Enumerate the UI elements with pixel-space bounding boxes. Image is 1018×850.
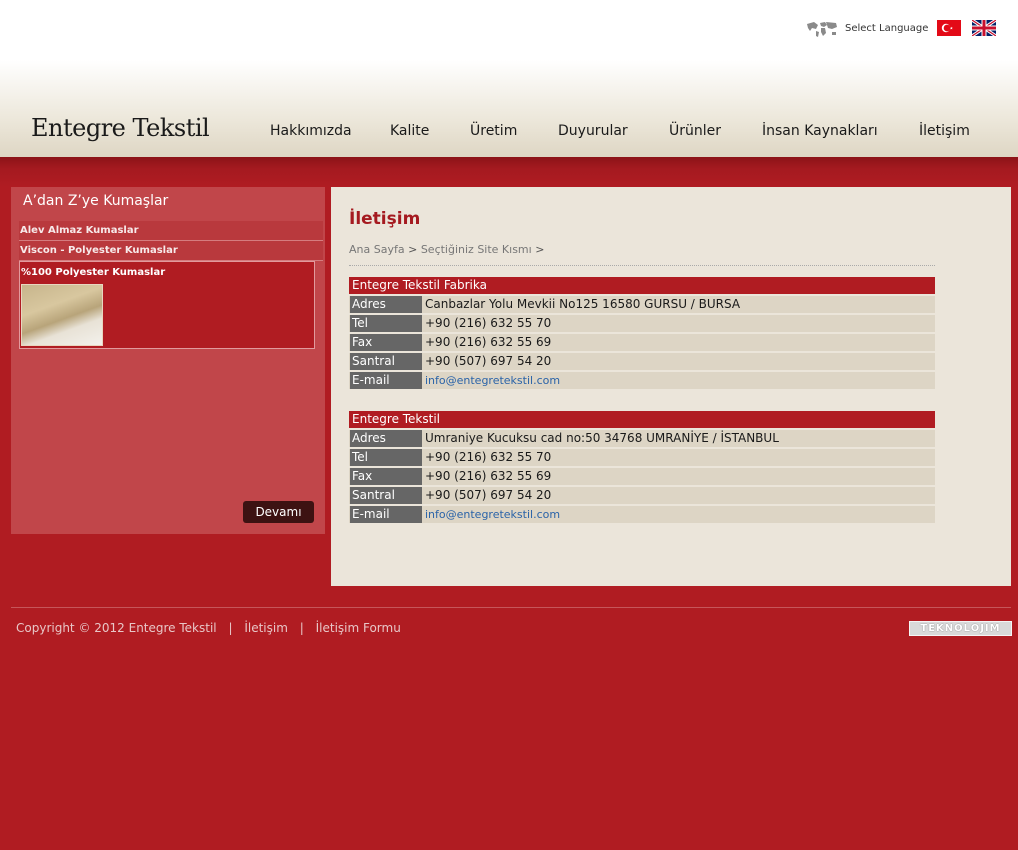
contact-key: Santral — [350, 353, 422, 370]
more-button[interactable]: Devamı — [243, 501, 314, 523]
contact-block-title: Entegre Tekstil Fabrika — [349, 277, 935, 294]
contact-row-email: E-mail info@entegretekstil.com — [349, 506, 935, 523]
contact-row-tel: Tel +90 (216) 632 55 70 — [349, 449, 935, 466]
contact-row-fax: Fax +90 (216) 632 55 69 — [349, 468, 935, 485]
sidebar-item-label: Alev Almaz Kumaslar — [20, 225, 139, 236]
breadcrumb-separator: > — [408, 243, 418, 256]
footer-link-iletisim-formu[interactable]: İletişim Formu — [316, 621, 401, 635]
nav-urunler[interactable]: Ürünler — [669, 123, 721, 139]
footer-link-iletisim[interactable]: İletişim — [244, 621, 288, 635]
contact-value: Canbazlar Yolu Mevkii No125 16580 GURSU … — [425, 297, 741, 311]
sidebar-item-viscon-polyester[interactable]: Viscon - Polyester Kumaslar — [19, 241, 323, 261]
nav-kalite[interactable]: Kalite — [390, 123, 429, 139]
contact-value: +90 (507) 697 54 20 — [425, 488, 552, 502]
sidebar: A’dan Z’ye Kumaşlar Alev Almaz Kumaslar … — [11, 187, 325, 534]
contact-value: +90 (216) 632 55 69 — [425, 335, 552, 349]
world-map-icon — [807, 22, 837, 37]
contact-row-email: E-mail info@entegretekstil.com — [349, 372, 935, 389]
sidebar-item-label: %100 Polyester Kumaslar — [21, 267, 166, 278]
contact-key: Fax — [350, 468, 422, 485]
main-content: İletişim Ana Sayfa > Seçtiğiniz Site Kıs… — [331, 187, 1011, 586]
header-band — [0, 157, 1018, 187]
contact-key: E-mail — [350, 506, 422, 523]
breadcrumb-home[interactable]: Ana Sayfa — [349, 243, 405, 256]
page-title: İletişim — [349, 209, 421, 229]
main-nav: Hakkımızda Kalite Üretim Duyurular Ürünl… — [0, 123, 1018, 143]
email-link[interactable]: info@entegretekstil.com — [425, 372, 560, 389]
contact-row-santral: Santral +90 (507) 697 54 20 — [349, 487, 935, 504]
nav-insan-kaynaklari[interactable]: İnsan Kaynakları — [762, 123, 878, 139]
footer: Copyright © 2012 Entegre Tekstil | İleti… — [16, 621, 401, 635]
english-flag-icon[interactable] — [972, 20, 996, 36]
nav-hakkimizda[interactable]: Hakkımızda — [270, 123, 352, 139]
contact-block-fabrika: Entegre Tekstil Fabrika Adres Canbazlar … — [349, 277, 935, 391]
language-label: Select Language — [845, 23, 929, 34]
email-link[interactable]: info@entegretekstil.com — [425, 506, 560, 523]
teknolojim-badge[interactable]: TEKNOLOJIM — [909, 621, 1012, 636]
fabric-thumbnail[interactable] — [21, 284, 103, 346]
contact-key: Fax — [350, 334, 422, 351]
contact-key: Santral — [350, 487, 422, 504]
contact-row-address: Adres Canbazlar Yolu Mevkii No125 16580 … — [349, 296, 935, 313]
turkish-flag-icon[interactable] — [937, 20, 961, 36]
nav-uretim[interactable]: Üretim — [470, 123, 517, 139]
contact-key: E-mail — [350, 372, 422, 389]
footer-separator: | — [299, 621, 304, 635]
contact-row-santral: Santral +90 (507) 697 54 20 — [349, 353, 935, 370]
breadcrumb-divider — [349, 265, 935, 266]
breadcrumb-separator: > — [535, 243, 545, 256]
sidebar-item-polyester[interactable]: %100 Polyester Kumaslar — [19, 261, 315, 349]
nav-iletisim[interactable]: İletişim — [919, 123, 970, 139]
contact-value: +90 (507) 697 54 20 — [425, 354, 552, 368]
copyright-text: Copyright © 2012 Entegre Tekstil — [16, 621, 217, 635]
contact-block-title: Entegre Tekstil — [349, 411, 935, 428]
sidebar-item-alev-almaz[interactable]: Alev Almaz Kumaslar — [19, 221, 323, 241]
contact-value: +90 (216) 632 55 70 — [425, 450, 552, 464]
contact-block-istanbul: Entegre Tekstil Adres Umraniye Kucuksu c… — [349, 411, 935, 525]
contact-value: +90 (216) 632 55 70 — [425, 316, 552, 330]
contact-value: Umraniye Kucuksu cad no:50 34768 UMRANİY… — [425, 431, 779, 445]
breadcrumb: Ana Sayfa > Seçtiğiniz Site Kısmı > — [349, 243, 544, 256]
sidebar-item-label: Viscon - Polyester Kumaslar — [20, 245, 178, 256]
contact-row-fax: Fax +90 (216) 632 55 69 — [349, 334, 935, 351]
contact-key: Tel — [350, 315, 422, 332]
contact-key: Adres — [350, 430, 422, 447]
footer-divider — [11, 607, 1011, 608]
breadcrumb-current[interactable]: Seçtiğiniz Site Kısmı — [421, 243, 532, 256]
contact-row-tel: Tel +90 (216) 632 55 70 — [349, 315, 935, 332]
contact-key: Tel — [350, 449, 422, 466]
contact-value: +90 (216) 632 55 69 — [425, 469, 552, 483]
nav-duyurular[interactable]: Duyurular — [558, 123, 628, 139]
contact-row-address: Adres Umraniye Kucuksu cad no:50 34768 U… — [349, 430, 935, 447]
sidebar-title: A’dan Z’ye Kumaşlar — [23, 193, 169, 209]
footer-separator: | — [228, 621, 233, 635]
contact-key: Adres — [350, 296, 422, 313]
site-header: Select Language Entegre Tekstil Hakkımız… — [0, 0, 1018, 157]
